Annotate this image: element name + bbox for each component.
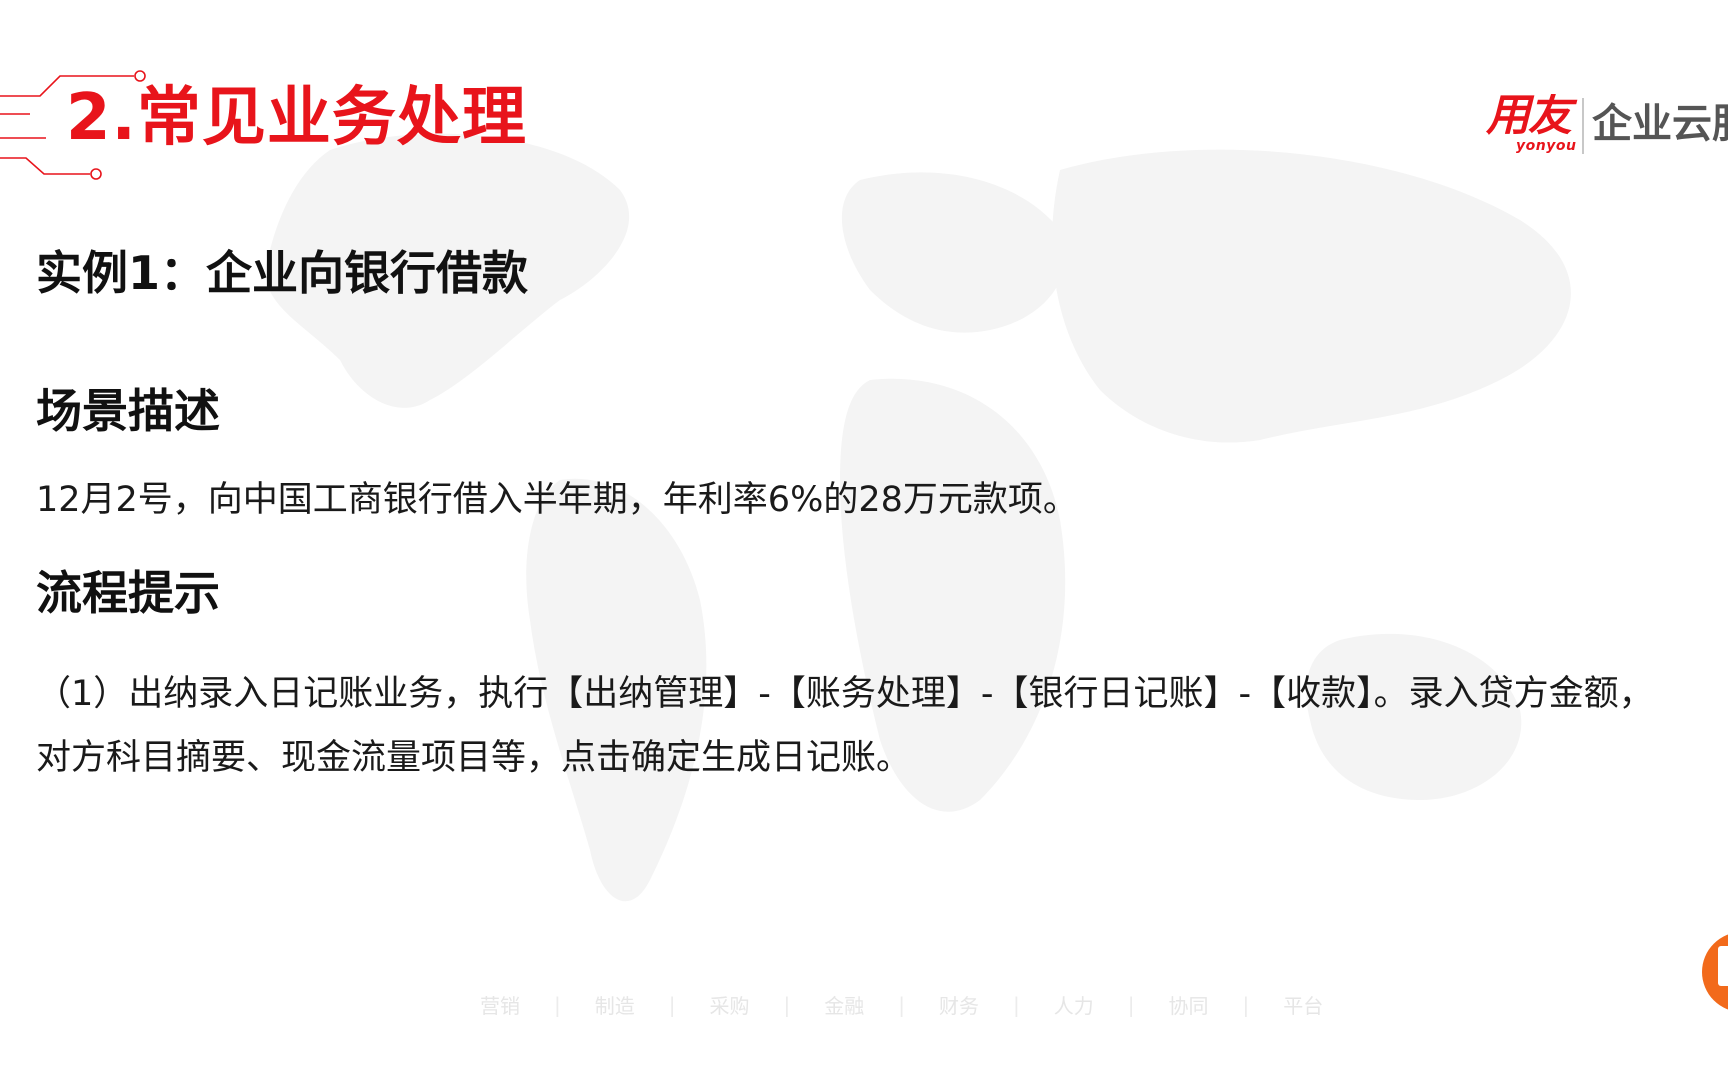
logo-divider [1582, 98, 1584, 154]
scene-heading: 场景描述 [36, 384, 220, 438]
example-title: 实例1：企业向银行借款 [36, 246, 529, 300]
process-heading: 流程提示 [36, 566, 220, 620]
footer-separator: | [1242, 992, 1250, 1017]
process-step-line-1: （1）出纳录入日记账业务，执行【出纳管理】-【账务处理】-【银行日记账】-【收款… [36, 674, 1654, 714]
floating-app-badge-icon[interactable] [1702, 932, 1728, 1012]
world-map-background [265, 133, 1571, 902]
logo-subtext: yonyou [1516, 138, 1577, 154]
slide: 2.常见业务处理 用友 yonyou 企业云服务 实例1：企业向银行借款 场景描… [0, 0, 1728, 1080]
yonyou-logo: 用友 yonyou 企业云服务 [1486, 94, 1728, 164]
logo-text: 企业云服务 [1592, 101, 1728, 147]
footer-item-platform: 平台 [1283, 994, 1324, 1018]
footer-separator: | [783, 992, 791, 1017]
footer-separator: | [668, 992, 676, 1017]
footer-separator: | [1127, 992, 1135, 1017]
footer-nav: 营销 | 制造 | 采购 | 金融 | 财务 | 人力 | 协同 | 平台 [480, 990, 1323, 1019]
process-step-line-2: 对方科目摘要、现金流量项目等，点击确定生成日记账。 [36, 738, 912, 778]
footer-separator: | [1013, 992, 1020, 1017]
footer-separator: | [898, 992, 905, 1017]
footer-item-procurement: 采购 [709, 994, 750, 1018]
scene-description: 12月2号，向中国工商银行借入半年期，年利率6%的28万元款项。 [36, 480, 1078, 520]
footer-item-marketing: 营销 [480, 994, 520, 1018]
logo-mark: 用友 [1486, 94, 1572, 141]
footer-item-finance-banking: 金融 [824, 994, 865, 1018]
section-title: 2.常见业务处理 [66, 81, 527, 155]
footer-item-hr: 人力 [1053, 994, 1094, 1018]
footer-item-accounting: 财务 [939, 994, 979, 1018]
footer-item-collaboration: 协同 [1168, 994, 1209, 1018]
footer-item-manufacturing: 制造 [594, 994, 635, 1018]
footer-separator: | [554, 992, 561, 1017]
